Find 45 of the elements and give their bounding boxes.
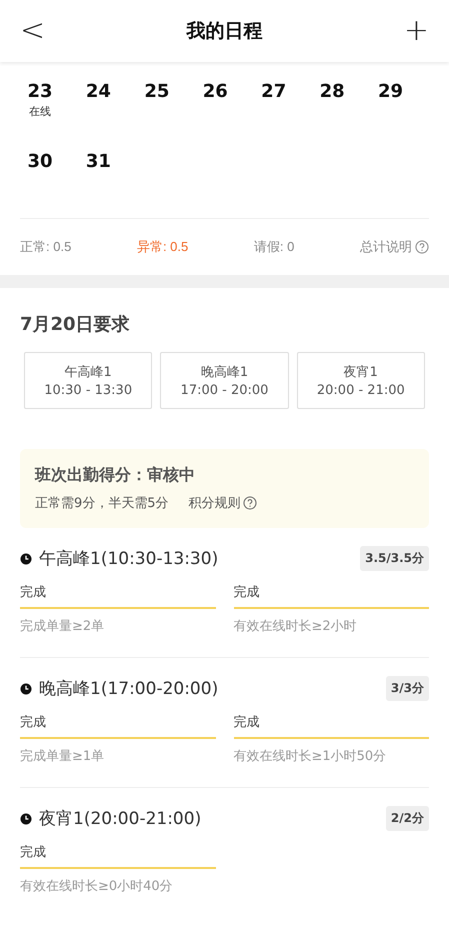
status-label: 完成	[20, 713, 216, 739]
rule-text: 有效在线时长≥2小时	[234, 618, 358, 635]
clock-icon	[20, 552, 32, 564]
status-label: 完成	[234, 583, 429, 609]
stat-label: 异常: 0.5	[136, 238, 188, 256]
rule-text: 完成单量≥1单	[20, 748, 106, 765]
help-icon	[414, 240, 429, 254]
add-button[interactable]: +	[400, 16, 433, 46]
rule-text: 有效在线时长≥1小时50分	[234, 748, 388, 765]
page-title: 我的日程	[186, 19, 262, 44]
total-help-link[interactable]: 总计说明	[360, 238, 429, 256]
score-badge: 3/3分	[386, 676, 429, 701]
notice-text: 正常需9分，半天需5分	[35, 495, 169, 512]
clock-icon	[20, 682, 32, 694]
calendar-day[interactable]: 31	[86, 150, 111, 174]
score-badge: 3.5/3.5分	[360, 546, 429, 571]
status-label: 完成	[20, 843, 216, 869]
status-label: 完成	[234, 713, 429, 739]
shift-card[interactable]: 夜宵1 20:00 - 21:00	[296, 352, 425, 409]
rules-link[interactable]: 积分规则	[188, 494, 257, 512]
score-badge: 2/2分	[386, 806, 429, 831]
calendar-day[interactable]: 27	[261, 80, 286, 104]
calendar-day[interactable]: 30	[27, 150, 53, 174]
stat-label: 请假: 0	[254, 238, 294, 256]
calendar-day[interactable]: 28	[320, 80, 345, 104]
calendar-day[interactable]: 23	[27, 80, 53, 104]
shift-card[interactable]: 晚高峰1 17:00 - 20:00	[160, 352, 289, 409]
status-label: 完成	[20, 583, 216, 609]
calendar-day[interactable]: 26	[202, 80, 228, 104]
shift-card[interactable]: 午高峰1 10:30 - 13:30	[24, 352, 152, 409]
section-title: 7月20日要求	[20, 313, 131, 336]
help-icon	[242, 496, 257, 510]
clock-icon	[20, 812, 32, 824]
back-button[interactable]: <	[16, 16, 50, 46]
rule-text: 有效在线时长≥0小时40分	[20, 878, 174, 895]
stat-label: 正常: 0.5	[20, 238, 72, 256]
rule-text: 完成单量≥2单	[20, 618, 106, 635]
calendar-day[interactable]: 25	[144, 80, 170, 104]
calendar-day[interactable]: 24	[86, 80, 111, 104]
notice-title: 班次出勤得分：审核中	[35, 465, 196, 486]
shift-title: 午高峰1(10:30-13:30)	[39, 548, 220, 570]
calendar-day[interactable]: 29	[378, 80, 404, 104]
shift-title: 晚高峰1(17:00-20:00)	[39, 678, 220, 700]
day-note: 在线	[29, 104, 51, 119]
shift-title: 夜宵1(20:00-21:00)	[39, 808, 202, 830]
